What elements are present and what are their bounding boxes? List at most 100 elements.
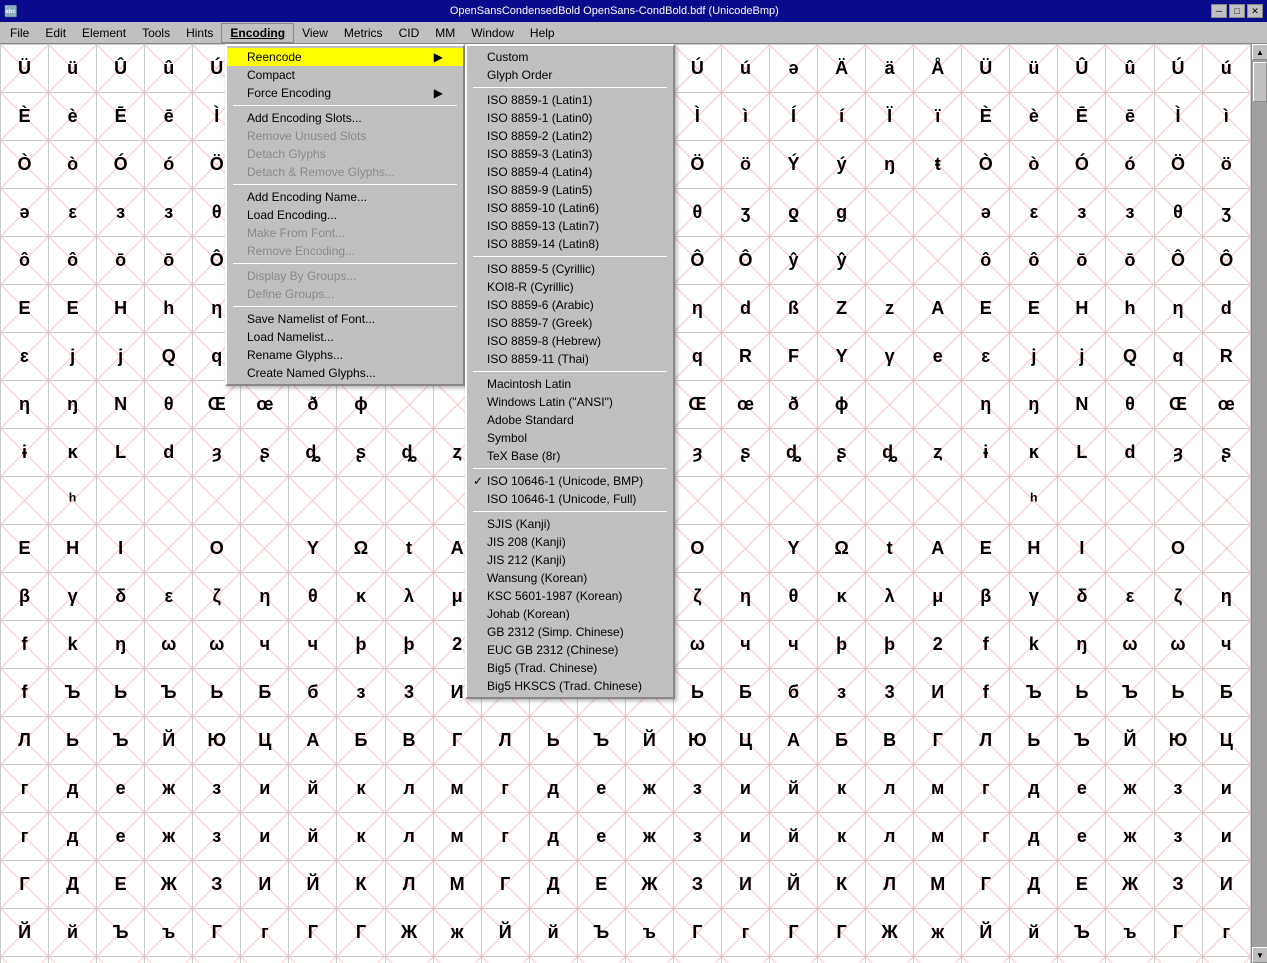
submenu-big5-trad-chinese[interactable]: Big5 (Trad. Chinese) (467, 659, 673, 677)
glyph-cell[interactable]: β (962, 573, 1010, 621)
glyph-cell[interactable]: з (193, 765, 241, 813)
glyph-cell[interactable]: б (289, 669, 337, 717)
glyph-cell[interactable]: ē (1106, 93, 1154, 141)
submenu-iso8859-14-latin8[interactable]: ISO 8859-14 (Latin8) (467, 235, 673, 253)
submenu-tex-base-8r[interactable]: TeX Base (8r) (467, 447, 673, 465)
submenu-symbol[interactable]: Symbol (467, 429, 673, 447)
glyph-cell[interactable]: ʰ (1010, 477, 1058, 525)
glyph-cell[interactable]: Ж (866, 957, 914, 963)
scroll-down-button[interactable]: ▼ (1252, 947, 1267, 963)
glyph-cell[interactable]: Г (289, 909, 337, 957)
glyph-cell[interactable]: Ó (1058, 141, 1106, 189)
glyph-cell[interactable]: Q (145, 333, 193, 381)
submenu-sjis-kanji[interactable]: SJIS (Kanji) (467, 515, 673, 533)
glyph-cell[interactable]: Й (962, 909, 1010, 957)
glyph-cell[interactable]: и (721, 765, 769, 813)
glyph-cell[interactable]: ʂ (241, 429, 289, 477)
glyph-cell[interactable]: ω (145, 621, 193, 669)
glyph-cell[interactable]: д (1010, 765, 1058, 813)
glyph-cell[interactable]: Ь (97, 669, 145, 717)
submenu-iso8859-13-latin7[interactable]: ISO 8859-13 (Latin7) (467, 217, 673, 235)
glyph-cell[interactable]: Б (721, 669, 769, 717)
glyph-cell[interactable]: ò (1010, 141, 1058, 189)
glyph-cell[interactable]: q (1154, 333, 1202, 381)
glyph-cell[interactable]: ð (289, 381, 337, 429)
glyph-cell[interactable]: 3 (866, 669, 914, 717)
glyph-cell[interactable]: Y (289, 525, 337, 573)
submenu-iso8859-5-cyrillic[interactable]: ISO 8859-5 (Cyrillic) (467, 260, 673, 278)
glyph-cell[interactable]: ɛ (962, 333, 1010, 381)
glyph-cell[interactable]: ж (145, 813, 193, 861)
glyph-cell[interactable]: í (818, 93, 866, 141)
menu-load-encoding[interactable]: Load Encoding... (227, 206, 463, 224)
glyph-cell[interactable]: Е (577, 861, 625, 909)
glyph-cell[interactable]: Y (818, 333, 866, 381)
glyph-cell[interactable]: з (673, 765, 721, 813)
glyph-cell[interactable]: к (337, 813, 385, 861)
glyph-cell[interactable]: Ж (385, 909, 433, 957)
menu-element[interactable]: Element (74, 24, 134, 42)
glyph-cell[interactable]: ʂ (1202, 429, 1250, 477)
glyph-cell[interactable]: θ (145, 381, 193, 429)
glyph-cell[interactable]: Ω (818, 525, 866, 573)
glyph-cell[interactable]: Ю (673, 717, 721, 765)
glyph-cell[interactable] (1202, 477, 1250, 525)
submenu-johab-korean[interactable]: Johab (Korean) (467, 605, 673, 623)
submenu-iso8859-7-greek[interactable]: ISO 8859-7 (Greek) (467, 314, 673, 332)
glyph-cell[interactable]: л (385, 765, 433, 813)
glyph-cell[interactable]: Г (481, 861, 529, 909)
glyph-cell[interactable]: ə (770, 45, 818, 93)
glyph-cell[interactable]: Ē (1058, 93, 1106, 141)
glyph-cell[interactable]: е (577, 813, 625, 861)
glyph-cell[interactable]: А (770, 717, 818, 765)
glyph-cell[interactable] (673, 477, 721, 525)
glyph-cell[interactable]: ó (145, 141, 193, 189)
glyph-cell[interactable]: ü (49, 45, 97, 93)
glyph-cell[interactable]: ä (866, 45, 914, 93)
glyph-cell[interactable]: ē (145, 93, 193, 141)
submenu-iso8859-10-latin6[interactable]: ISO 8859-10 (Latin6) (467, 199, 673, 217)
menu-create-named-glyphs[interactable]: Create Named Glyphs... (227, 364, 463, 382)
glyph-cell[interactable]: Ì (673, 93, 721, 141)
glyph-cell[interactable]: г (481, 765, 529, 813)
glyph-cell[interactable]: Ж (385, 957, 433, 963)
submenu-iso8859-1-latin1[interactable]: ISO 8859-1 (Latin1) (467, 91, 673, 109)
submenu-koi8r-cyrillic[interactable]: KOI8-R (Cyrillic) (467, 278, 673, 296)
glyph-cell[interactable]: Ö (1154, 141, 1202, 189)
glyph-cell[interactable]: Б (818, 717, 866, 765)
glyph-cell[interactable]: j (1058, 333, 1106, 381)
glyph-cell[interactable]: ô (1010, 237, 1058, 285)
glyph-cell[interactable]: й (1010, 909, 1058, 957)
glyph-cell[interactable]: ȡ (770, 429, 818, 477)
glyph-cell[interactable]: h (337, 957, 385, 963)
glyph-cell[interactable]: Г (770, 909, 818, 957)
menu-load-namelist[interactable]: Load Namelist... (227, 328, 463, 346)
glyph-cell[interactable]: Œ (1154, 381, 1202, 429)
glyph-cell[interactable]: β (1, 573, 49, 621)
glyph-cell[interactable]: К (337, 861, 385, 909)
submenu-glyph-order[interactable]: Glyph Order (467, 66, 673, 84)
glyph-cell[interactable]: г (721, 909, 769, 957)
glyph-cell[interactable]: ʒ (721, 189, 769, 237)
glyph-cell[interactable]: Г (914, 717, 962, 765)
glyph-cell[interactable]: Ú (1154, 45, 1202, 93)
glyph-cell[interactable]: ч (241, 621, 289, 669)
glyph-cell[interactable]: ч (145, 957, 193, 963)
glyph-cell[interactable]: д (49, 813, 97, 861)
glyph-cell[interactable]: Л (962, 717, 1010, 765)
glyph-cell[interactable]: ɸ (818, 381, 866, 429)
glyph-cell[interactable]: d (145, 429, 193, 477)
submenu-iso8859-11-thai[interactable]: ISO 8859-11 (Thai) (467, 350, 673, 368)
glyph-cell[interactable]: η (241, 573, 289, 621)
glyph-cell[interactable]: È (1, 93, 49, 141)
submenu-custom[interactable]: Custom (467, 48, 673, 66)
glyph-cell[interactable]: ȡ (289, 429, 337, 477)
glyph-cell[interactable]: и (1202, 765, 1250, 813)
glyph-cell[interactable] (1106, 477, 1154, 525)
glyph-cell[interactable]: f (962, 669, 1010, 717)
glyph-cell[interactable]: ж (625, 813, 673, 861)
glyph-cell[interactable]: г (241, 909, 289, 957)
glyph-cell[interactable]: k (49, 621, 97, 669)
glyph-cell[interactable]: ĸ (49, 429, 97, 477)
submenu-jis212-kanji[interactable]: JIS 212 (Kanji) (467, 551, 673, 569)
